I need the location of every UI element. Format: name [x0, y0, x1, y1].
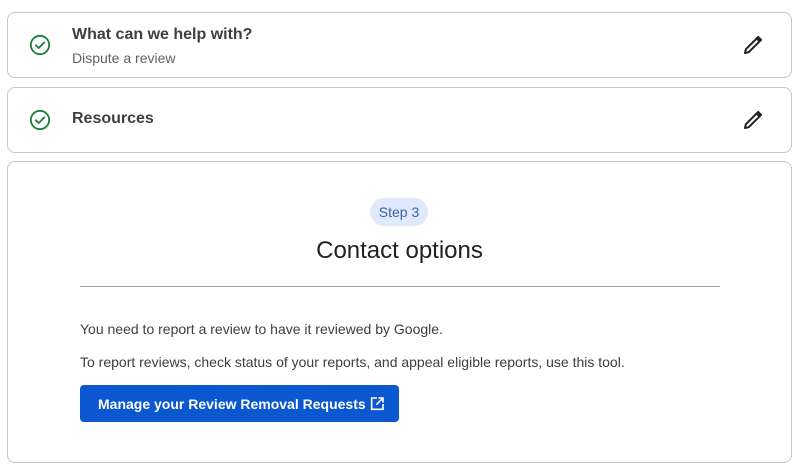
- accordion-title: What can we help with?: [72, 26, 253, 43]
- check-circle-icon: [29, 109, 51, 131]
- accordion-card-help[interactable]: What can we help with? Dispute a review: [7, 12, 792, 78]
- check-circle-icon: [29, 34, 51, 56]
- button-label: Manage your Review Removal Requests: [98, 395, 366, 412]
- accordion-title: Resources: [72, 110, 154, 127]
- accordion-card-resources[interactable]: Resources: [7, 87, 792, 153]
- pencil-icon[interactable]: [741, 108, 765, 132]
- manage-review-removal-requests-button[interactable]: Manage your Review Removal Requests: [80, 385, 399, 422]
- section-title: Contact options: [316, 237, 483, 264]
- accordion-subtitle: Dispute a review: [72, 50, 176, 66]
- instruction-text: To report reviews, check status of your …: [80, 354, 625, 370]
- info-text: You need to report a review to have it r…: [80, 321, 443, 337]
- divider: [80, 286, 720, 287]
- open-in-new-icon: [370, 396, 384, 410]
- pencil-icon[interactable]: [741, 33, 765, 57]
- contact-options-card: Step 3 Contact options You need to repor…: [7, 161, 792, 463]
- step-chip: Step 3: [370, 198, 428, 226]
